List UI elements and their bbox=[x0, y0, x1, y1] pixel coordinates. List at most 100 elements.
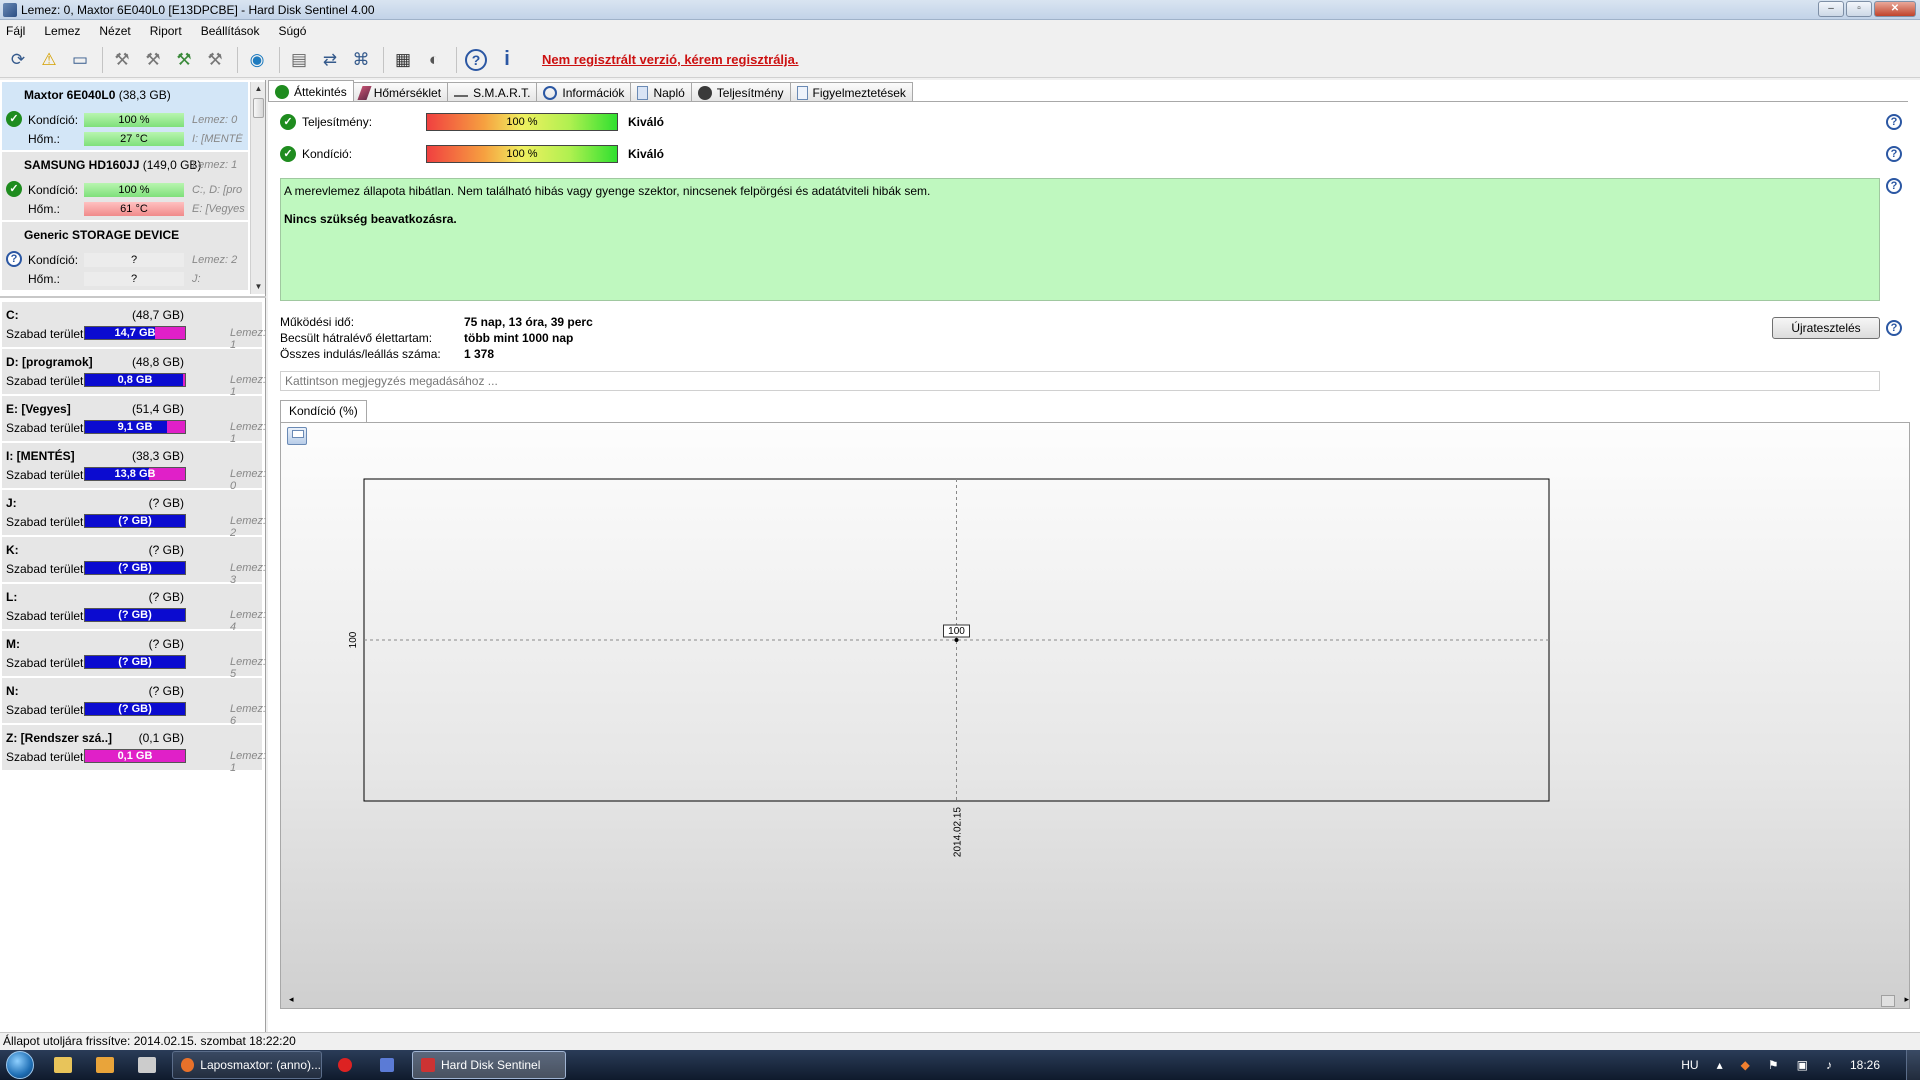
volume-item[interactable]: J: (? GB) Szabad terület (? GB) Lemez: 2 bbox=[2, 490, 266, 539]
volume-item[interactable]: I: [MENTÉS] (38,3 GB) Szabad terület 13,… bbox=[2, 443, 266, 492]
disk-item-samsung[interactable]: SAMSUNG HD160JJ (149,0 GB) Lemez: 1 ✓ Ko… bbox=[2, 152, 248, 220]
gauge-icon[interactable]: ◐ bbox=[420, 46, 448, 74]
volume-item[interactable]: D: [programok] (48,8 GB) Szabad terület … bbox=[2, 349, 266, 398]
performance-row: ✓ Teljesítmény: 100 % Kiváló bbox=[280, 112, 664, 132]
save-app-icon[interactable] bbox=[368, 1051, 406, 1079]
ok-status-icon: ✓ bbox=[280, 114, 296, 130]
maximize-button[interactable]: ▫ bbox=[1846, 1, 1872, 17]
disk-list-scrollbar[interactable]: ▲ ▼ bbox=[250, 82, 265, 294]
help-icon[interactable]: ? bbox=[1886, 178, 1902, 194]
volume-item[interactable]: M: (? GB) Szabad terület (? GB) Lemez: 5 bbox=[2, 631, 266, 680]
explorer-icon[interactable] bbox=[44, 1051, 82, 1079]
save-icon[interactable] bbox=[287, 427, 307, 445]
volume-item[interactable]: L: (? GB) Szabad terület (? GB) Lemez: 4 bbox=[2, 584, 266, 633]
free-space-bar: (? GB) bbox=[84, 655, 186, 669]
scroll-thumb[interactable] bbox=[1881, 995, 1895, 1007]
tray-arrow-icon[interactable]: ▴ bbox=[1717, 1058, 1723, 1072]
disk-name: Maxtor 6E040L0 (38,3 GB) bbox=[24, 88, 171, 102]
menu-file[interactable]: Fájl bbox=[6, 24, 25, 38]
note-input[interactable]: Kattintson megjegyzés megadásához ... bbox=[280, 371, 1880, 391]
info-icon[interactable]: i bbox=[493, 46, 521, 74]
minimize-button[interactable]: – bbox=[1818, 1, 1844, 17]
tab-smart[interactable]: S.M.A.R.T. bbox=[447, 82, 538, 102]
free-space-bar: 9,1 GB bbox=[84, 420, 186, 434]
tab-log[interactable]: Napló bbox=[630, 82, 692, 102]
disk-side-info: Lemez: 0 bbox=[192, 114, 238, 126]
tab-information[interactable]: Információk bbox=[536, 82, 632, 102]
chart-icon[interactable]: ▦ bbox=[389, 46, 417, 74]
network-icon[interactable]: ▣ bbox=[1797, 1058, 1808, 1072]
volume-disk: Lemez: 1 bbox=[230, 374, 267, 398]
disk-item-maxtor[interactable]: Maxtor 6E040L0 (38,3 GB) ✓ Kondíció: 100… bbox=[2, 82, 248, 150]
menu-report[interactable]: Riport bbox=[150, 24, 182, 38]
temperature-bar: 27 °C bbox=[84, 132, 184, 146]
globe-icon[interactable]: ◉ bbox=[243, 46, 271, 74]
scroll-down-icon[interactable]: ▼ bbox=[251, 280, 266, 294]
volume-name: M: bbox=[6, 637, 20, 651]
menu-view[interactable]: Nézet bbox=[99, 24, 130, 38]
tool-icon-1[interactable]: ⚒ bbox=[108, 46, 136, 74]
start-button[interactable] bbox=[0, 1050, 40, 1080]
volume-icon[interactable]: ♪ bbox=[1826, 1058, 1832, 1072]
volume-item[interactable]: E: [Vegyes] (51,4 GB) Szabad terület 9,1… bbox=[2, 396, 266, 445]
help-icon[interactable]: ? bbox=[462, 46, 490, 74]
taskbar-firefox[interactable]: Laposmaxtor: (anno)... bbox=[172, 1051, 322, 1079]
disk-item-generic[interactable]: Generic STORAGE DEVICE ? Kondíció: ? Lem… bbox=[2, 222, 248, 290]
disk-icon[interactable]: ▭ bbox=[66, 46, 94, 74]
window-controls: – ▫ ✕ bbox=[1818, 1, 1916, 17]
volume-size: (? GB) bbox=[148, 543, 184, 557]
close-button[interactable]: ✕ bbox=[1874, 1, 1916, 17]
help-icon[interactable]: ? bbox=[1886, 114, 1902, 130]
volume-name: K: bbox=[6, 543, 19, 557]
menu-settings[interactable]: Beállítások bbox=[201, 24, 260, 38]
chart-tab-condition[interactable]: Kondíció (%) bbox=[280, 400, 367, 422]
tool-icon-4[interactable]: ⚒ bbox=[201, 46, 229, 74]
scroll-left-icon[interactable]: ◂ bbox=[289, 994, 294, 1005]
performance-bar: 100 % bbox=[426, 113, 618, 131]
show-desktop-button[interactable] bbox=[1906, 1050, 1920, 1080]
network-icon[interactable]: ⌘ bbox=[347, 46, 375, 74]
tab-alerts[interactable]: Figyelmeztetések bbox=[789, 82, 913, 102]
taskbar-hds[interactable]: Hard Disk Sentinel bbox=[412, 1051, 566, 1079]
opera-icon[interactable] bbox=[326, 1051, 364, 1079]
temperature-bar: ? bbox=[84, 272, 184, 286]
menu-help[interactable]: Súgó bbox=[278, 24, 306, 38]
alerts-icon bbox=[796, 85, 808, 100]
volume-size: (51,4 GB) bbox=[131, 402, 184, 416]
tool-icon-3[interactable]: ⚒ bbox=[170, 46, 198, 74]
register-link[interactable]: Nem regisztrált verzió, kérem regisztrál… bbox=[542, 52, 799, 67]
tab-performance[interactable]: Teljesítmény bbox=[690, 82, 791, 102]
free-space-label: Szabad terület bbox=[6, 374, 84, 388]
volume-item[interactable]: K: (? GB) Szabad terület (? GB) Lemez: 3 bbox=[2, 537, 266, 586]
ok-status-icon: ✓ bbox=[6, 111, 22, 127]
help-icon[interactable]: ? bbox=[1886, 146, 1902, 162]
media-player-icon[interactable] bbox=[86, 1051, 124, 1079]
tab-overview[interactable]: Áttekintés bbox=[268, 80, 354, 102]
toolbar-separator bbox=[279, 46, 280, 73]
calculator-icon[interactable] bbox=[128, 1051, 166, 1079]
alert-icon[interactable]: ⚠ bbox=[35, 46, 63, 74]
scroll-right-icon[interactable]: ▸ bbox=[1904, 994, 1909, 1005]
clock[interactable]: 18:26 bbox=[1850, 1058, 1880, 1072]
flag-icon[interactable]: ⚑ bbox=[1768, 1058, 1779, 1072]
retest-button[interactable]: Újratesztelés bbox=[1772, 317, 1880, 339]
chart-scrollbar[interactable]: ◂ ▸ bbox=[289, 994, 1909, 1007]
data-point bbox=[954, 638, 959, 642]
scroll-up-icon[interactable]: ▲ bbox=[251, 82, 266, 96]
scroll-thumb[interactable] bbox=[253, 98, 264, 118]
volume-item[interactable]: C: (48,7 GB) Szabad terület 14,7 GB Leme… bbox=[2, 302, 266, 351]
help-icon[interactable]: ? bbox=[1886, 320, 1902, 336]
system-tray: HU ▴ ◆ ⚑ ▣ ♪ 18:26 bbox=[1681, 1050, 1920, 1080]
performance-rating: Kiváló bbox=[628, 115, 665, 129]
tray-icon-1[interactable]: ◆ bbox=[1741, 1058, 1750, 1072]
tab-temperature[interactable]: Hőmérséklet bbox=[352, 82, 449, 102]
report-icon[interactable]: ▤ bbox=[285, 46, 313, 74]
volume-item[interactable]: Z: [Rendszer szá..] (0,1 GB) Szabad terü… bbox=[2, 725, 266, 774]
sync-icon[interactable]: ⇄ bbox=[316, 46, 344, 74]
document-icon bbox=[637, 85, 649, 100]
menu-disk[interactable]: Lemez bbox=[44, 24, 80, 38]
volume-item[interactable]: N: (? GB) Szabad terület (? GB) Lemez: 6 bbox=[2, 678, 266, 727]
language-indicator[interactable]: HU bbox=[1681, 1058, 1698, 1072]
refresh-icon[interactable]: ⟳ bbox=[4, 46, 32, 74]
tool-icon-2[interactable]: ⚒ bbox=[139, 46, 167, 74]
